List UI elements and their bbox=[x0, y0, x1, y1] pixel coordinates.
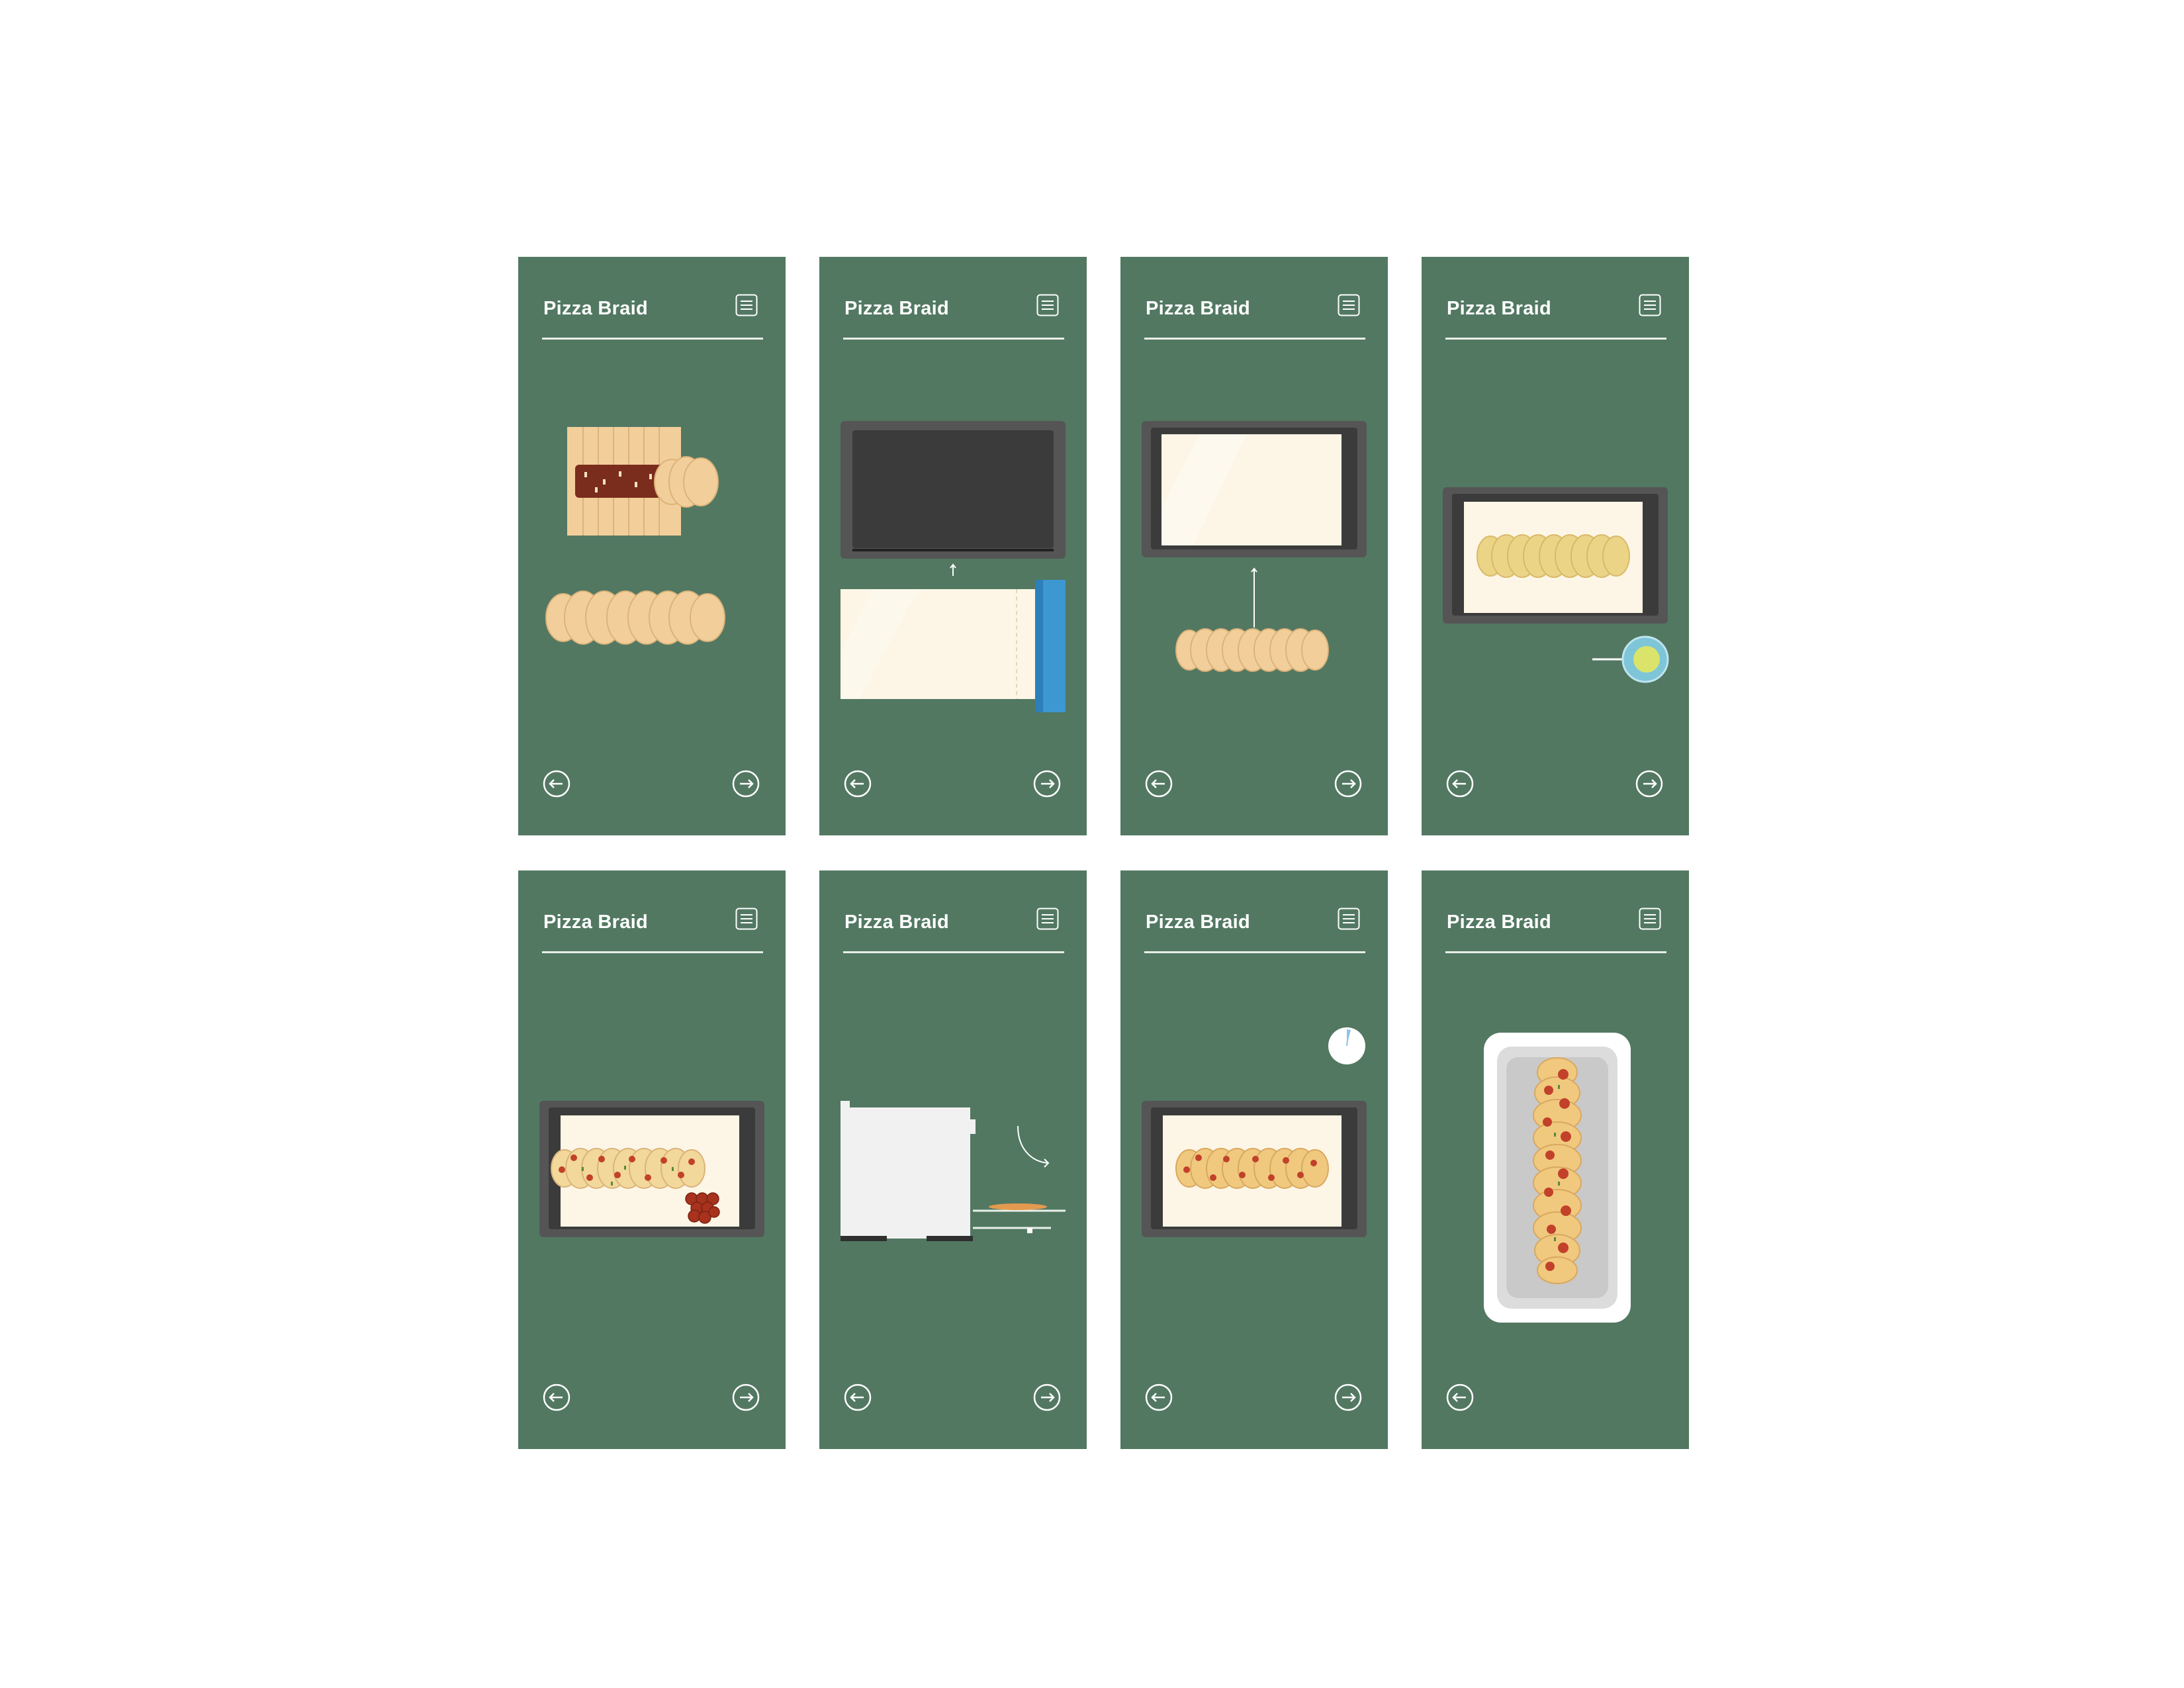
oven bbox=[841, 1107, 970, 1239]
forward-arrow-icon[interactable] bbox=[1032, 1383, 1062, 1412]
step-screen-6: Pizza Braid bbox=[819, 870, 1087, 1449]
title-divider bbox=[1144, 951, 1365, 953]
forward-arrow-icon[interactable] bbox=[1334, 769, 1363, 798]
back-arrow-icon[interactable] bbox=[1144, 769, 1173, 798]
topped-braid bbox=[551, 1148, 705, 1189]
braid bbox=[1175, 628, 1329, 672]
menu-list-icon[interactable] bbox=[1036, 908, 1059, 930]
menu-list-icon[interactable] bbox=[1036, 294, 1059, 316]
transfer-braid-illustration bbox=[1142, 421, 1367, 672]
egg-wash-illustration bbox=[1443, 487, 1669, 683]
screen-title: Pizza Braid bbox=[543, 298, 649, 319]
braid-dough-illustration bbox=[545, 427, 725, 645]
title-divider bbox=[1445, 338, 1666, 340]
back-arrow-icon[interactable] bbox=[1144, 1383, 1173, 1412]
menu-list-icon[interactable] bbox=[735, 294, 758, 316]
forward-arrow-icon[interactable] bbox=[731, 1383, 760, 1412]
serving-plate-illustration bbox=[1484, 1033, 1631, 1323]
toppings-illustration bbox=[539, 1101, 764, 1237]
sauce-filling bbox=[575, 465, 668, 498]
pizza-braid-on-rack bbox=[989, 1203, 1047, 1210]
screen-title: Pizza Braid bbox=[844, 912, 950, 933]
served-pizza-braid bbox=[1533, 1057, 1582, 1284]
step-screen-7: Pizza Braid bbox=[1120, 870, 1388, 1449]
screen-title: Pizza Braid bbox=[543, 912, 649, 933]
step-screen-3: Pizza Braid bbox=[1120, 257, 1388, 835]
forward-arrow-icon[interactable] bbox=[1032, 769, 1062, 798]
baked-braid-illustration bbox=[1142, 1027, 1367, 1237]
title-divider bbox=[1144, 338, 1365, 340]
step-screen-2: Pizza Braid bbox=[819, 257, 1087, 835]
menu-list-icon[interactable] bbox=[1338, 294, 1360, 316]
screen-title: Pizza Braid bbox=[844, 298, 950, 319]
back-arrow-icon[interactable] bbox=[542, 769, 571, 798]
title-divider bbox=[542, 338, 763, 340]
forward-arrow-icon[interactable] bbox=[1334, 1383, 1363, 1412]
oven-illustration bbox=[841, 1101, 1066, 1241]
baked-braid bbox=[1175, 1148, 1329, 1189]
step-screen-4: Pizza Braid bbox=[1422, 257, 1689, 835]
slide-in-arrow bbox=[1017, 1125, 1049, 1164]
screen-title: Pizza Braid bbox=[1447, 298, 1552, 319]
line-pan-illustration bbox=[841, 421, 1066, 712]
title-divider bbox=[1445, 951, 1666, 953]
title-divider bbox=[542, 951, 763, 953]
back-arrow-icon[interactable] bbox=[843, 769, 872, 798]
back-arrow-icon[interactable] bbox=[1445, 769, 1475, 798]
menu-list-icon[interactable] bbox=[735, 908, 758, 930]
menu-list-icon[interactable] bbox=[1338, 908, 1360, 930]
title-divider bbox=[843, 338, 1064, 340]
screen-title: Pizza Braid bbox=[1146, 912, 1251, 933]
step-screen-1: Pizza Braid bbox=[518, 257, 786, 835]
braided-end bbox=[654, 456, 719, 508]
menu-list-icon[interactable] bbox=[1639, 294, 1661, 316]
title-divider bbox=[843, 951, 1064, 953]
menu-list-icon[interactable] bbox=[1639, 908, 1661, 930]
glazed-braid bbox=[1477, 534, 1630, 578]
back-arrow-icon[interactable] bbox=[843, 1383, 872, 1412]
back-arrow-icon[interactable] bbox=[1445, 1383, 1475, 1412]
step-screen-5: Pizza Braid bbox=[518, 870, 786, 1449]
forward-arrow-icon[interactable] bbox=[1635, 769, 1664, 798]
screen-title: Pizza Braid bbox=[1146, 298, 1251, 319]
forward-arrow-icon[interactable] bbox=[731, 769, 760, 798]
back-arrow-icon[interactable] bbox=[542, 1383, 571, 1412]
step-screen-8: Pizza Braid bbox=[1422, 870, 1689, 1449]
screen-title: Pizza Braid bbox=[1447, 912, 1552, 933]
finished-braid bbox=[545, 590, 725, 645]
